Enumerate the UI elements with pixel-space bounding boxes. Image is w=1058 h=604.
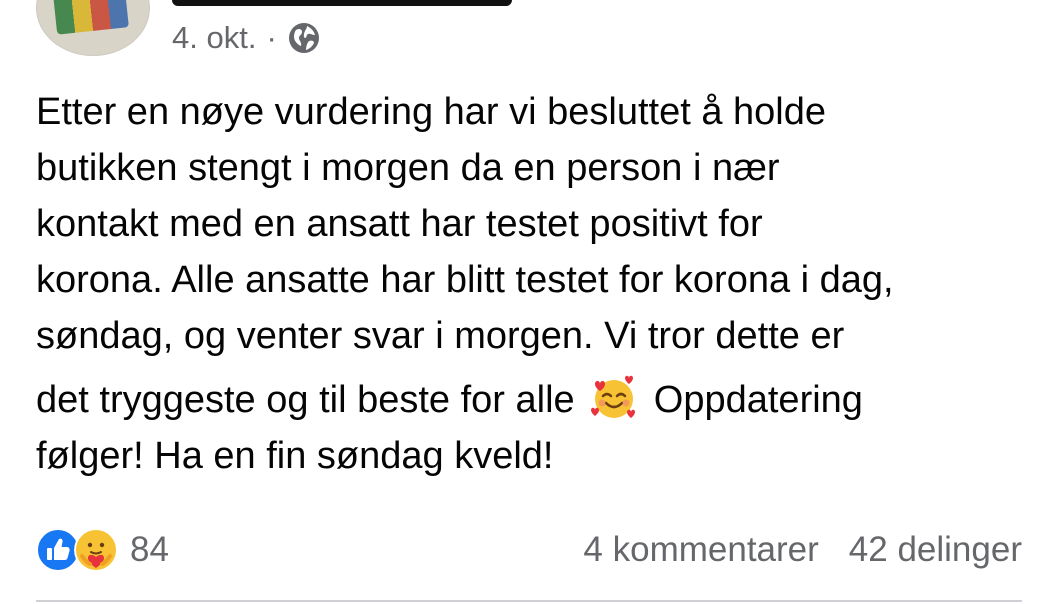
avatar-image <box>53 0 129 35</box>
footer-divider <box>36 600 1022 602</box>
smiling-face-with-hearts-icon <box>591 375 636 418</box>
shares-link[interactable]: 42 delinger <box>849 530 1022 570</box>
globe-icon <box>288 23 319 53</box>
care-reaction-icon <box>74 528 118 572</box>
reaction-count: 84 <box>130 530 169 569</box>
author-name-cutoff[interactable] <box>172 0 512 6</box>
post-line-7: følger! Ha en fin søndag kveld! <box>36 435 554 477</box>
post-line-6-start: det tryggeste og til beste for alle <box>36 379 575 421</box>
post-line-2: butikken stengt i morgen da en person i … <box>36 147 780 189</box>
post-line-4: korona. Alle ansatte har blitt testet fo… <box>36 259 894 301</box>
comments-link[interactable]: 4 kommentarer <box>583 530 818 570</box>
post-line-1: Etter en nøye vurdering har vi besluttet… <box>36 91 827 133</box>
post-date[interactable]: 4. okt. <box>172 20 256 56</box>
post-line-5: søndag, og venter svar i morgen. Vi tror… <box>36 315 845 357</box>
post-text: Etter en nøye vurdering har vi besluttet… <box>36 84 1036 484</box>
meta-separator: · <box>266 20 277 55</box>
engagement-stats: 4 kommentarer 42 delinger <box>583 530 1022 570</box>
post-line-3: kontakt med en ansatt har testet positiv… <box>36 203 763 245</box>
reactions-summary[interactable]: 84 <box>36 528 169 572</box>
post-line-6: det tryggeste og til beste for alle Oppd… <box>36 372 1036 428</box>
post-meta: 4. okt. · <box>172 18 321 58</box>
post-footer: 84 4 kommentarer 42 delinger <box>36 524 1022 576</box>
post-line-6-end: Oppdatering <box>653 379 863 421</box>
avatar[interactable] <box>36 0 150 56</box>
